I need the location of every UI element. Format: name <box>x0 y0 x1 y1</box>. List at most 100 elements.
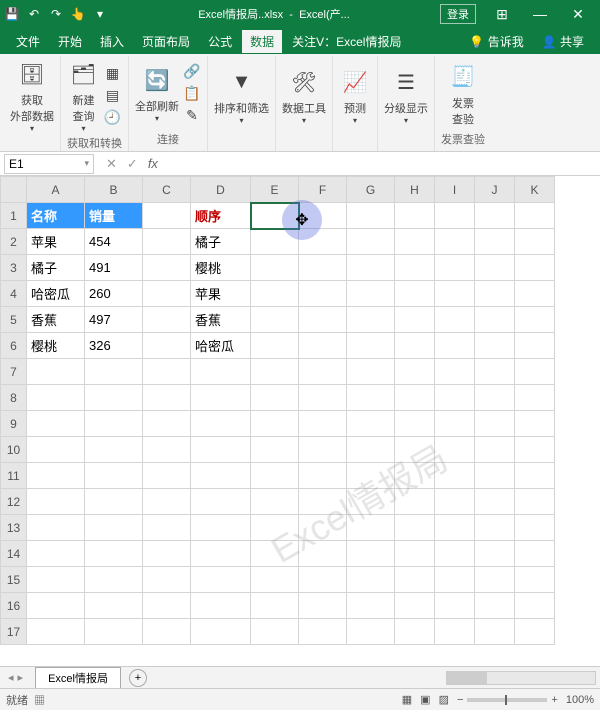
cell[interactable] <box>475 229 515 255</box>
close-icon[interactable]: ✕ <box>560 0 596 28</box>
cell[interactable] <box>191 619 251 645</box>
row-header[interactable]: 7 <box>1 359 27 385</box>
cell[interactable] <box>143 619 191 645</box>
cell[interactable]: 销量 <box>85 203 143 229</box>
cell[interactable]: 260 <box>85 281 143 307</box>
cell[interactable] <box>435 229 475 255</box>
cell[interactable] <box>395 489 435 515</box>
cell[interactable] <box>475 203 515 229</box>
cell[interactable] <box>395 515 435 541</box>
cell[interactable] <box>347 411 395 437</box>
cell[interactable] <box>143 541 191 567</box>
tab-next-icon[interactable]: ▸ <box>18 671 24 684</box>
cell[interactable] <box>85 541 143 567</box>
cell[interactable] <box>395 281 435 307</box>
cell[interactable] <box>475 411 515 437</box>
col-header[interactable] <box>1 177 27 203</box>
cell[interactable] <box>515 281 555 307</box>
refresh-all-button[interactable]: 🔄全部刷新▾ <box>135 64 179 123</box>
cell[interactable] <box>299 463 347 489</box>
fx-icon[interactable]: fx <box>148 156 158 171</box>
cell[interactable] <box>85 619 143 645</box>
cell[interactable] <box>347 515 395 541</box>
cell[interactable] <box>85 593 143 619</box>
cell[interactable] <box>191 593 251 619</box>
cell[interactable] <box>27 489 85 515</box>
cell[interactable] <box>191 411 251 437</box>
cell[interactable] <box>85 411 143 437</box>
cell[interactable] <box>27 463 85 489</box>
connections-icon[interactable]: 🔗 <box>183 63 201 81</box>
cell[interactable] <box>251 203 299 229</box>
cell[interactable] <box>347 307 395 333</box>
cell[interactable] <box>85 463 143 489</box>
cell[interactable] <box>475 385 515 411</box>
forecast-button[interactable]: 📈预测▾ <box>339 66 371 125</box>
cell[interactable] <box>299 359 347 385</box>
from-table-icon[interactable]: ▤ <box>104 87 122 105</box>
cell[interactable] <box>435 203 475 229</box>
cell[interactable] <box>515 385 555 411</box>
cell[interactable]: 454 <box>85 229 143 255</box>
show-queries-icon[interactable]: ▦ <box>104 65 122 83</box>
col-header[interactable]: A <box>27 177 85 203</box>
zoom-slider[interactable] <box>467 698 547 702</box>
menu-file[interactable]: 文件 <box>8 30 48 53</box>
menu-layout[interactable]: 页面布局 <box>134 30 198 53</box>
cancel-formula-icon[interactable]: ✕ <box>106 156 117 172</box>
cell[interactable] <box>395 385 435 411</box>
cell[interactable] <box>143 411 191 437</box>
cell[interactable] <box>143 593 191 619</box>
row-header[interactable]: 8 <box>1 385 27 411</box>
col-header[interactable]: J <box>475 177 515 203</box>
cell[interactable] <box>251 463 299 489</box>
data-tools-button[interactable]: 🛠数据工具▾ <box>282 66 326 125</box>
cell[interactable] <box>143 281 191 307</box>
cell[interactable] <box>515 203 555 229</box>
cell[interactable]: 香蕉 <box>191 307 251 333</box>
cell[interactable] <box>475 541 515 567</box>
cell[interactable] <box>27 593 85 619</box>
cell[interactable]: 橘子 <box>191 229 251 255</box>
view-pagebreak-icon[interactable]: ▨ <box>439 693 449 706</box>
cell[interactable]: 顺序 <box>191 203 251 229</box>
cell[interactable] <box>143 333 191 359</box>
cell[interactable] <box>475 567 515 593</box>
cell[interactable] <box>299 593 347 619</box>
cell[interactable] <box>251 229 299 255</box>
cell[interactable] <box>435 333 475 359</box>
recent-sources-icon[interactable]: 🕘 <box>104 109 122 127</box>
redo-icon[interactable]: ↷ <box>48 6 64 22</box>
cell[interactable] <box>475 281 515 307</box>
outline-button[interactable]: ☰分级显示▾ <box>384 66 428 125</box>
cell[interactable]: 香蕉 <box>27 307 85 333</box>
cell[interactable] <box>85 489 143 515</box>
cell[interactable] <box>191 515 251 541</box>
cell[interactable] <box>347 255 395 281</box>
touch-mode-icon[interactable]: 👆 <box>70 6 86 22</box>
cell[interactable] <box>395 567 435 593</box>
cell[interactable] <box>395 437 435 463</box>
cell[interactable] <box>475 359 515 385</box>
cell[interactable] <box>347 359 395 385</box>
cell[interactable] <box>27 567 85 593</box>
login-button[interactable]: 登录 <box>440 4 476 24</box>
cell[interactable] <box>191 437 251 463</box>
cell[interactable] <box>515 411 555 437</box>
cell[interactable] <box>347 593 395 619</box>
cell[interactable] <box>347 619 395 645</box>
cell[interactable]: 苹果 <box>191 281 251 307</box>
cell[interactable] <box>299 541 347 567</box>
cell[interactable]: 橘子 <box>27 255 85 281</box>
cell[interactable] <box>435 593 475 619</box>
menu-data[interactable]: 数据 <box>242 30 282 53</box>
cell[interactable] <box>299 437 347 463</box>
cell[interactable] <box>475 489 515 515</box>
zoom-in-icon[interactable]: + <box>551 694 557 706</box>
cell[interactable] <box>395 333 435 359</box>
cell[interactable] <box>85 385 143 411</box>
ribbon-options-icon[interactable]: ⊞ <box>484 0 520 28</box>
cell[interactable] <box>251 619 299 645</box>
cell[interactable] <box>251 489 299 515</box>
row-header[interactable]: 5 <box>1 307 27 333</box>
